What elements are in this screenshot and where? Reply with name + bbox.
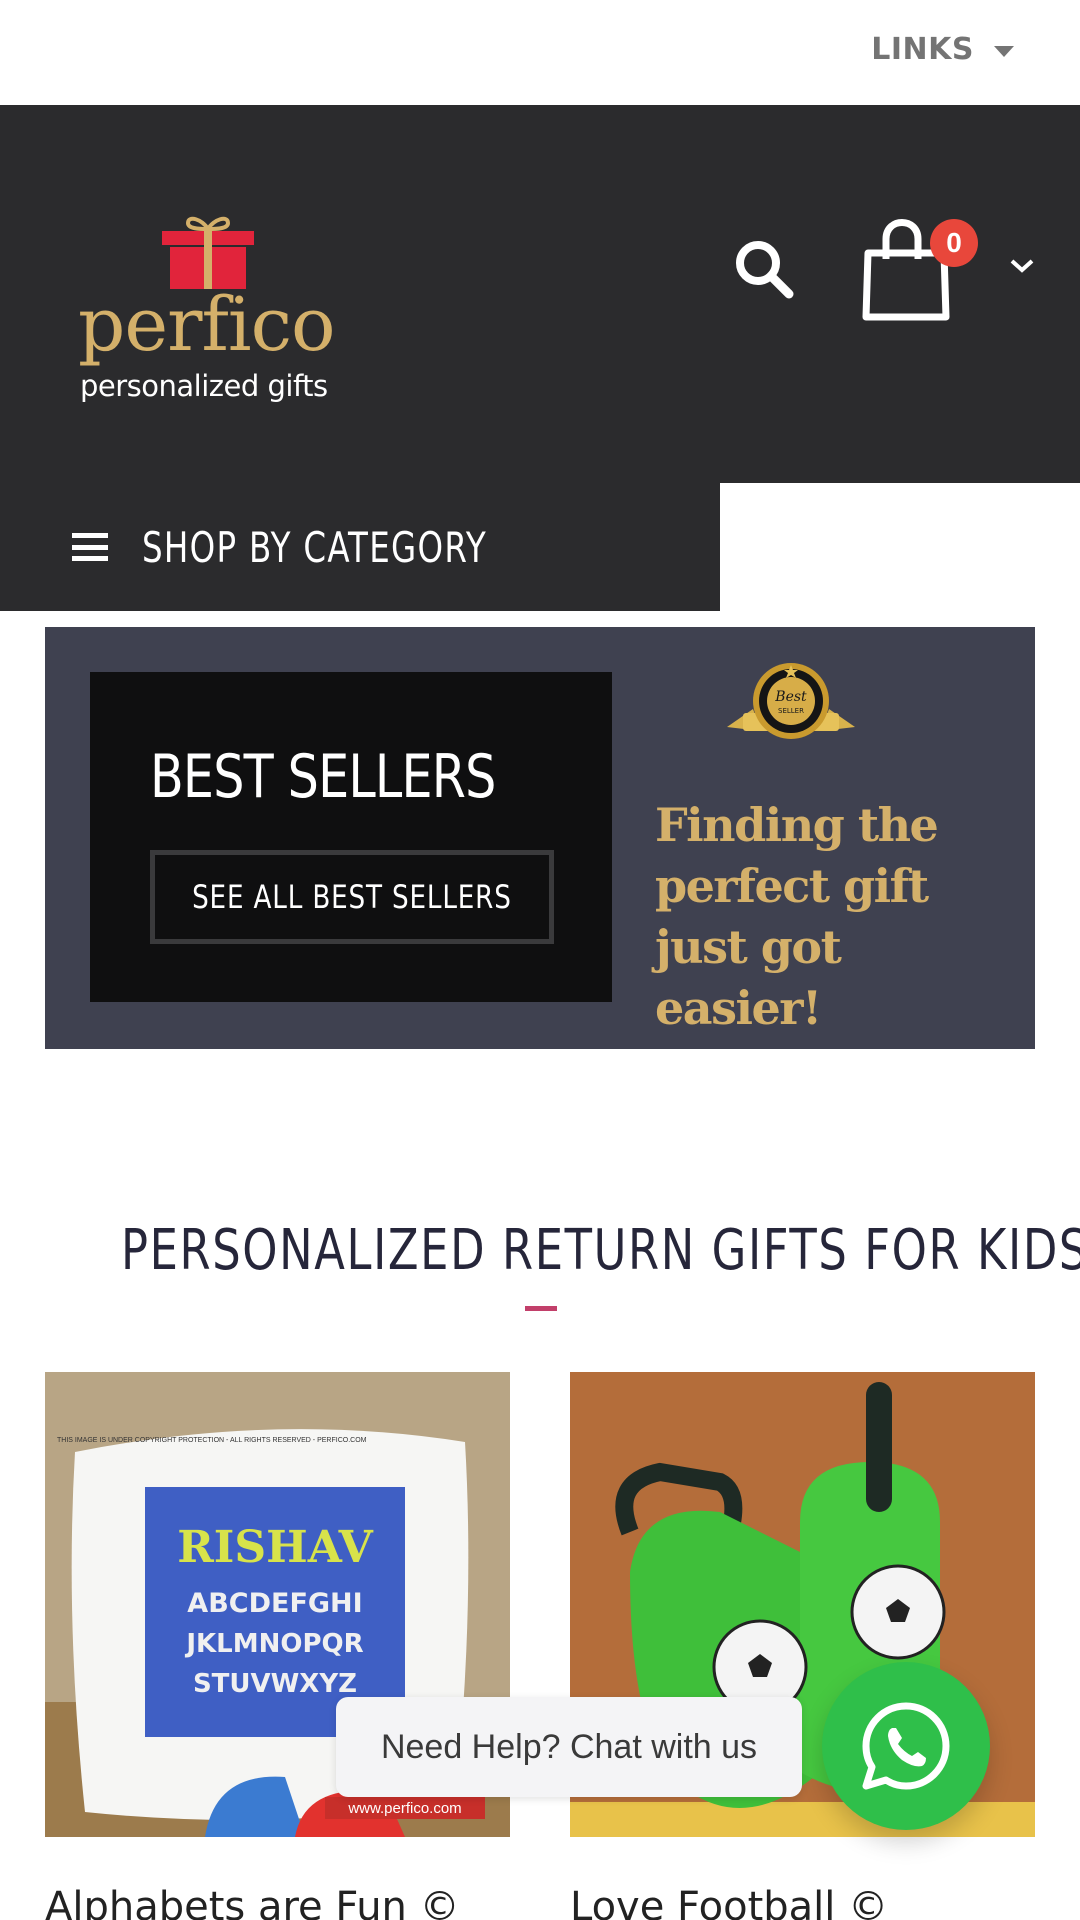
search-icon[interactable] xyxy=(733,238,795,300)
gift-logo-icon xyxy=(162,216,254,289)
cushion-letters-2: JKLMNOPQR xyxy=(184,1629,363,1659)
button-label: SEE ALL BEST SELLERS xyxy=(192,878,512,916)
logo-brand: perfico xyxy=(78,282,336,368)
section-title: PERSONALIZED RETURN GIFTS FOR KIDS xyxy=(0,1218,1080,1283)
best-seller-badge-icon: Best SELLER xyxy=(727,663,855,739)
links-dropdown[interactable]: LINKS xyxy=(871,32,1014,67)
top-bar: LINKS xyxy=(0,0,1080,105)
banner-panel: BEST SELLERS SEE ALL BEST SELLERS xyxy=(90,672,612,1002)
chevron-down-icon[interactable] xyxy=(1008,256,1036,276)
links-label: LINKS xyxy=(871,32,974,67)
cushion-letters-1: ABCDEFGHI xyxy=(187,1588,362,1619)
page: LINKS perfico personalized gifts 0 SHOP … xyxy=(0,0,1080,1920)
best-sellers-banner[interactable]: BEST SELLERS SEE ALL BEST SELLERS Best S… xyxy=(45,627,1035,1049)
category-label: SHOP BY CATEGORY xyxy=(142,522,488,572)
tagline-line: perfect gift xyxy=(655,859,929,913)
banner-tagline: Finding the perfect gift just got easier… xyxy=(655,795,1015,1039)
section-title-text: PERSONALIZED RETURN GIFTS FOR KIDS xyxy=(120,1218,1080,1283)
image-watermark: www.perfico.com xyxy=(347,1800,461,1817)
caret-down-icon xyxy=(994,46,1014,57)
tagline-line: just got easier! xyxy=(655,920,842,1035)
image-notice: THIS IMAGE IS UNDER COPYRIGHT PROTECTION… xyxy=(57,1437,367,1444)
shop-by-category-button[interactable]: SHOP BY CATEGORY xyxy=(0,483,720,611)
whatsapp-icon xyxy=(862,1702,950,1790)
chat-help-bubble[interactable]: Need Help? Chat with us xyxy=(336,1697,802,1797)
badge-text-seller: SELLER xyxy=(778,707,804,715)
logo-tagline: personalized gifts xyxy=(80,369,328,403)
cart-count-badge: 0 xyxy=(930,219,978,267)
tagline-line: Finding the xyxy=(655,798,939,852)
banner-title: BEST SELLERS xyxy=(150,742,496,812)
hamburger-icon xyxy=(72,533,108,561)
badge-text-best: Best xyxy=(774,689,807,705)
product-name[interactable]: Alphabets are Fun © xyxy=(45,1884,460,1920)
cushion-name: RISHAV xyxy=(177,1522,373,1573)
product-name[interactable]: Love Football © xyxy=(570,1884,888,1920)
title-underline xyxy=(525,1306,557,1311)
see-all-best-sellers-button[interactable]: SEE ALL BEST SELLERS xyxy=(150,850,554,944)
site-logo[interactable]: perfico personalized gifts xyxy=(78,173,348,413)
cushion-letters-3: STUVWXYZ xyxy=(193,1669,357,1699)
site-header: perfico personalized gifts 0 xyxy=(0,105,1080,483)
whatsapp-chat-button[interactable] xyxy=(822,1662,990,1830)
